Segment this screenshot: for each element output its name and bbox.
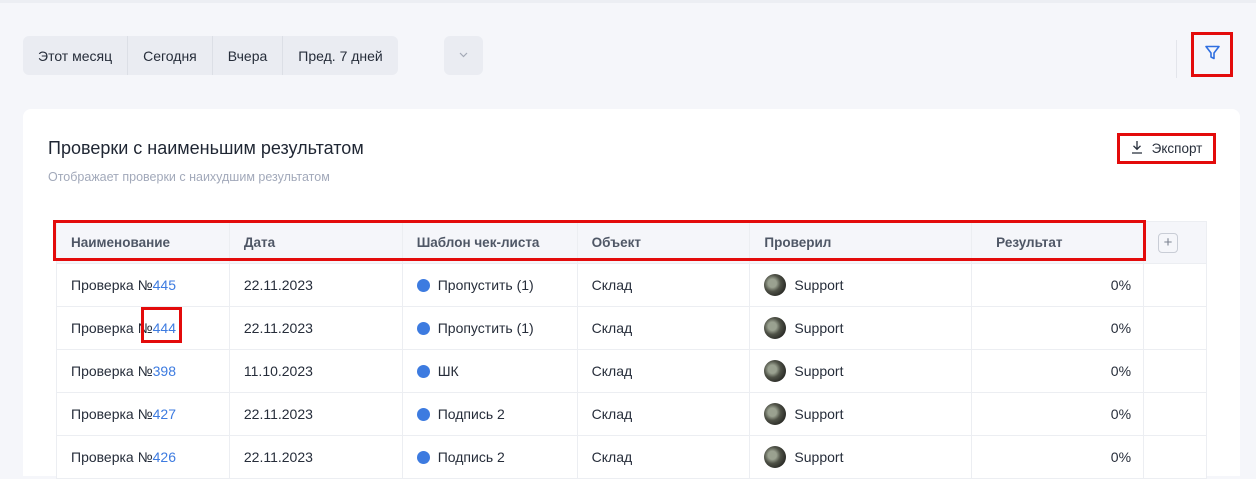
template-label: Пропустить (1) xyxy=(437,277,534,293)
cell-date: 22.11.2023 xyxy=(229,263,403,307)
checker-name: Support xyxy=(794,449,844,465)
avatar xyxy=(764,403,787,425)
cell-name: Проверка №398 xyxy=(56,349,230,393)
cell-checker: Support xyxy=(749,392,973,436)
top-divider xyxy=(0,0,1256,3)
cell-object: Склад xyxy=(577,435,751,479)
cell-result: 0% xyxy=(971,392,1145,436)
period-selector: Этот месяц Сегодня Вчера Пред. 7 дней xyxy=(23,36,398,75)
cell-empty xyxy=(1143,263,1207,307)
cell-name: Проверка №445 xyxy=(56,263,230,307)
table-row: Проверка №445 22.11.2023 Пропустить (1) … xyxy=(56,263,1207,307)
template-label: Пропустить (1) xyxy=(437,320,534,336)
template-dot-icon xyxy=(416,451,430,464)
check-name-prefix: Проверка № xyxy=(71,277,153,293)
template-dot-icon xyxy=(416,279,430,292)
cell-template: Пропустить (1) xyxy=(402,263,578,307)
table-row: Проверка №398 11.10.2023 ШК Склад Suppor… xyxy=(56,349,1207,393)
export-button[interactable]: Экспорт xyxy=(1117,133,1216,164)
cell-checker: Support xyxy=(749,435,973,479)
cell-checker: Support xyxy=(749,306,973,350)
column-header-template[interactable]: Шаблон чек-листа xyxy=(402,221,578,264)
period-dropdown-button[interactable] xyxy=(444,36,483,75)
checks-table: Наименование Дата Шаблон чек-листа Объек… xyxy=(56,221,1207,479)
checker-name: Support xyxy=(794,363,844,379)
lowest-results-card: Проверки с наименьшим результатом Отобра… xyxy=(23,109,1240,479)
chevron-down-icon xyxy=(459,50,468,61)
avatar xyxy=(764,274,787,296)
cell-checker: Support xyxy=(749,349,973,393)
template-dot-icon xyxy=(416,365,430,378)
template-label: ШК xyxy=(437,363,459,379)
cell-name: Проверка №426 xyxy=(56,435,230,479)
table-row: Проверка №427 22.11.2023 Подпись 2 Склад… xyxy=(56,392,1207,436)
add-column-button[interactable]: + xyxy=(1158,232,1179,253)
table-row: Проверка №426 22.11.2023 Подпись 2 Склад… xyxy=(56,435,1207,479)
template-label: Подпись 2 xyxy=(437,406,505,422)
cell-empty xyxy=(1143,435,1207,479)
cell-date: 11.10.2023 xyxy=(229,349,403,393)
card-title: Проверки с наименьшим результатом xyxy=(48,138,364,158)
filter-icon xyxy=(1204,44,1221,66)
check-number-link[interactable]: 444 xyxy=(153,320,176,336)
cell-object: Склад xyxy=(577,263,751,307)
check-name-prefix: Проверка № xyxy=(71,320,153,336)
cell-date: 22.11.2023 xyxy=(229,435,403,479)
cell-object: Склад xyxy=(577,349,751,393)
table-header-row: Наименование Дата Шаблон чек-листа Объек… xyxy=(56,221,1207,264)
cell-template: Пропустить (1) xyxy=(402,306,578,350)
cell-checker: Support xyxy=(749,263,973,307)
column-add-cell: + xyxy=(1143,221,1207,264)
template-label: Подпись 2 xyxy=(437,449,505,465)
column-header-date[interactable]: Дата xyxy=(229,221,403,264)
toolbar-divider xyxy=(1176,40,1177,78)
period-today-button[interactable]: Сегодня xyxy=(128,36,213,75)
check-number-link[interactable]: 426 xyxy=(153,449,176,465)
column-header-result[interactable]: Результат xyxy=(971,221,1145,264)
period-yesterday-button[interactable]: Вчера xyxy=(213,36,284,75)
column-header-checker[interactable]: Проверил xyxy=(749,221,973,264)
checker-name: Support xyxy=(794,320,844,336)
avatar xyxy=(764,317,787,339)
card-subtitle: Отображает проверки с наихудшим результа… xyxy=(48,170,330,184)
cell-name: Проверка №444 xyxy=(56,306,230,350)
cell-template: Подпись 2 xyxy=(402,435,578,479)
cell-result: 0% xyxy=(971,349,1145,393)
download-icon xyxy=(1131,140,1143,157)
checker-name: Support xyxy=(794,406,844,422)
cell-object: Склад xyxy=(577,306,751,350)
avatar xyxy=(764,446,787,468)
template-dot-icon xyxy=(416,322,430,335)
filter-button[interactable] xyxy=(1191,32,1233,77)
checker-name: Support xyxy=(794,277,844,293)
cell-template: Подпись 2 xyxy=(402,392,578,436)
check-name-prefix: Проверка № xyxy=(71,406,153,422)
cell-empty xyxy=(1143,392,1207,436)
check-number-link[interactable]: 398 xyxy=(153,363,176,379)
cell-empty xyxy=(1143,306,1207,350)
cell-empty xyxy=(1143,349,1207,393)
cell-template: ШК xyxy=(402,349,578,393)
column-header-object[interactable]: Объект xyxy=(577,221,751,264)
cell-date: 22.11.2023 xyxy=(229,392,403,436)
table-row: Проверка №444 22.11.2023 Пропустить (1) … xyxy=(56,306,1207,350)
column-header-name[interactable]: Наименование xyxy=(56,221,230,264)
period-this-month-button[interactable]: Этот месяц xyxy=(23,36,129,75)
cell-object: Склад xyxy=(577,392,751,436)
check-name-prefix: Проверка № xyxy=(71,449,153,465)
cell-date: 22.11.2023 xyxy=(229,306,403,350)
template-dot-icon xyxy=(416,408,430,421)
check-number-link[interactable]: 445 xyxy=(153,277,176,293)
check-number-link[interactable]: 427 xyxy=(153,406,176,422)
cell-result: 0% xyxy=(971,306,1145,350)
cell-name: Проверка №427 xyxy=(56,392,230,436)
export-label: Экспорт xyxy=(1151,141,1203,156)
cell-result: 0% xyxy=(971,263,1145,307)
avatar xyxy=(764,360,787,382)
period-last-7-days-button[interactable]: Пред. 7 дней xyxy=(283,36,397,75)
check-name-prefix: Проверка № xyxy=(71,363,153,379)
cell-result: 0% xyxy=(971,435,1145,479)
